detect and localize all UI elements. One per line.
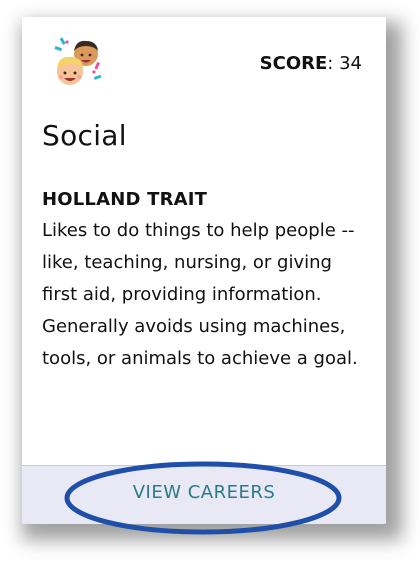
score-display: SCORE: 34 (260, 53, 362, 74)
card-footer: VIEW CAREERS (22, 465, 386, 524)
card-header: SCORE: 34 (22, 17, 386, 107)
trait-title: Social (42, 119, 127, 152)
score-value: 34 (339, 53, 362, 74)
trait-description: Likes to do things to help people -- lik… (42, 220, 358, 369)
score-label: SCORE (259, 53, 328, 74)
score-separator: : (327, 53, 334, 74)
people-emoji-icon (54, 37, 102, 85)
holland-trait-card: SCORE: 34 Social HOLLAND TRAIT Likes to … (22, 17, 386, 524)
trait-heading: HOLLAND TRAIT (42, 189, 208, 210)
view-careers-button[interactable]: VIEW CAREERS (22, 478, 386, 507)
